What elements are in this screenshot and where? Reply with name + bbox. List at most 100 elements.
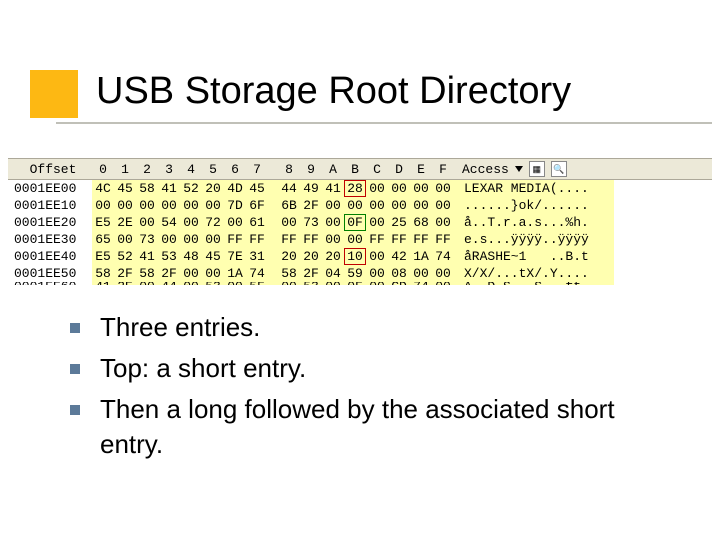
hex-offset: 0001EE10 [8,197,92,214]
hex-byte: E5 [92,214,114,231]
hex-byte: 2F [300,197,322,214]
hex-byte: FF [224,231,246,248]
title-underline [56,122,712,124]
hex-byte: 00 [366,248,388,265]
hex-body: 0001EE004C45584152204D454449412800000000… [8,180,712,290]
dropdown-icon[interactable] [515,166,523,172]
hex-byte: 4D [224,180,246,197]
hex-header-byte: 1 [114,161,136,178]
hex-bytes: 4C45584152204D454449412800000000 [92,180,454,197]
hex-byte: 00 [366,265,388,282]
hex-byte: 00 [180,231,202,248]
toolbar-icon[interactable]: ▦ [529,161,545,177]
hex-byte: 0F [344,214,366,231]
hex-byte: 00 [388,180,410,197]
hex-byte: 49 [300,180,322,197]
hex-ascii: e.s...ÿÿÿÿ..ÿÿÿÿ [454,231,614,248]
hex-byte: 45 [202,248,224,265]
hex-byte: 58 [92,265,114,282]
hex-byte: 45 [114,180,136,197]
bullet-icon [70,323,80,333]
hex-header-byte: 2 [136,161,158,178]
hex-byte: 31 [246,248,268,265]
hex-editor: Offset 0123456789ABCDEF Access ▦ 🔍 0001E… [8,158,712,290]
hex-byte: 6B [278,197,300,214]
hex-header-row: Offset 0123456789ABCDEF Access ▦ 🔍 [8,158,712,180]
hex-byte: 00 [180,265,202,282]
hex-bytes: 582F582F00001A74582F045900080000 [92,265,454,282]
hex-ascii: ......}ok/...... [454,197,614,214]
hex-byte: 00 [322,197,344,214]
hex-byte: 00 [344,197,366,214]
hex-header-byte: F [432,161,454,178]
hex-byte: 61 [246,214,268,231]
hex-byte: 20 [278,248,300,265]
hex-byte: 42 [388,248,410,265]
hex-row: 0001EE40E552415348457E312020201000421A74… [8,248,712,265]
hex-byte: 72 [202,214,224,231]
hex-offset: 0001EE30 [8,231,92,248]
hex-bytes: 650073000000FFFFFFFF0000FFFFFFFF [92,231,454,248]
hex-header-byte: A [322,161,344,178]
hex-header-byte: C [366,161,388,178]
hex-byte: 59 [344,265,366,282]
hex-header-byte: 5 [202,161,224,178]
bullet-text: Then a long followed by the associated s… [100,392,680,462]
hex-byte: FF [432,231,454,248]
hex-ascii: X/X/...tX/.Y.... [454,265,614,282]
hex-byte: 00 [180,214,202,231]
hex-byte: 73 [300,214,322,231]
title-accent-box [30,70,78,118]
hex-header-byte: 9 [300,161,322,178]
hex-byte: 1A [224,265,246,282]
bullet-item: Three entries. [70,310,680,345]
hex-byte: FF [410,231,432,248]
hex-header-byte: E [410,161,432,178]
hex-byte: E5 [92,248,114,265]
hex-header-byte: D [388,161,410,178]
hex-byte: 7E [224,248,246,265]
hex-byte: 6F [246,197,268,214]
hex-byte: 7D [224,197,246,214]
hex-byte: FF [366,231,388,248]
bullet-text: Top: a short entry. [100,351,680,386]
bullet-icon [70,405,80,415]
hex-byte: FF [246,231,268,248]
hex-byte: FF [300,231,322,248]
hex-byte: 1A [410,248,432,265]
hex-byte: 41 [158,180,180,197]
hex-row: 0001EE004C45584152204D454449412800000000… [8,180,712,197]
hex-byte: 2F [114,265,136,282]
hex-byte: FF [388,231,410,248]
hex-byte: 00 [366,180,388,197]
hex-byte: 00 [158,197,180,214]
hex-byte: 00 [180,197,202,214]
hex-header-byte: 0 [92,161,114,178]
hex-byte: FF [278,231,300,248]
slide-title: USB Storage Root Directory [96,70,571,113]
hex-byte: 41 [322,180,344,197]
hex-header-access: Access ▦ 🔍 [454,161,712,178]
hex-bytes: E52E0054007200610073000F00256800 [92,214,454,231]
hex-byte: 00 [366,214,388,231]
hex-byte: 25 [388,214,410,231]
hex-byte: 2F [300,265,322,282]
hex-ascii: å..T.r.a.s...%h. [454,214,614,231]
hex-byte: 00 [432,180,454,197]
hex-byte: 00 [278,214,300,231]
bullet-item: Then a long followed by the associated s… [70,392,680,462]
hex-byte: 58 [136,265,158,282]
hex-byte: 00 [432,265,454,282]
hex-byte: 00 [136,197,158,214]
hex-header-access-label: Access [462,161,509,178]
hex-byte: 00 [410,265,432,282]
hex-ascii: åRASHE~1 ..B.t [454,248,614,265]
hex-byte: 04 [322,265,344,282]
hex-byte: 00 [202,197,224,214]
hex-row: 0001EE100000000000007D6F6B2F000000000000… [8,197,712,214]
hex-bytes: E552415348457E312020201000421A74 [92,248,454,265]
hex-byte: 20 [322,248,344,265]
toolbar-zoom-icon[interactable]: 🔍 [551,161,567,177]
bullet-list: Three entries. Top: a short entry. Then a … [70,310,680,468]
hex-byte: 20 [202,180,224,197]
